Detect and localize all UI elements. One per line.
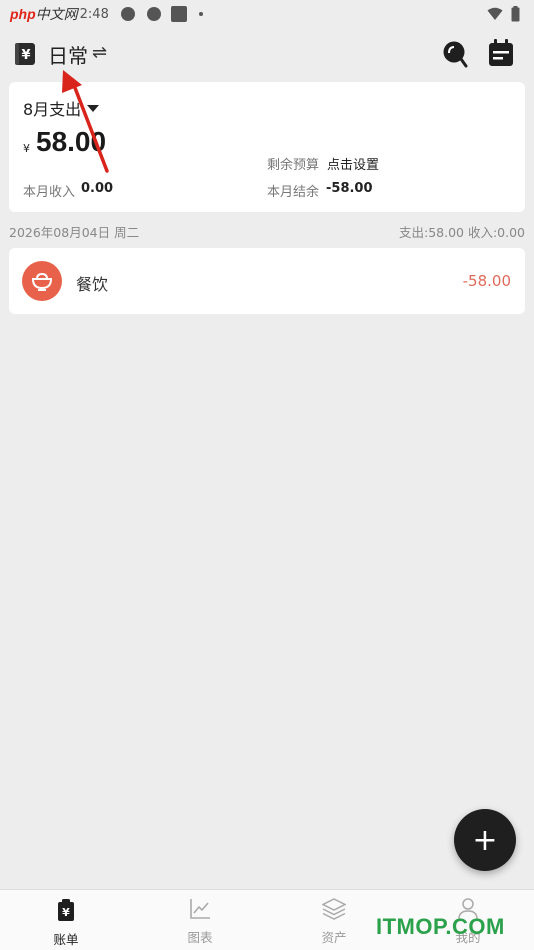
nav-label-assets: 资产 bbox=[321, 930, 347, 945]
expense-amount: 58.00 bbox=[36, 126, 107, 157]
status-bar: php中文网 2:48 bbox=[0, 0, 534, 28]
income-label: 本月收入 bbox=[23, 185, 76, 200]
calendar-icon[interactable] bbox=[488, 39, 514, 71]
layers-icon bbox=[321, 898, 347, 920]
nav-item-assets[interactable]: 资产 bbox=[294, 898, 374, 946]
set-budget-link[interactable]: 点击设置 bbox=[327, 154, 379, 173]
income-value: 0.00 bbox=[81, 181, 114, 196]
transaction-category: 餐饮 bbox=[76, 275, 109, 294]
switch-ledger-icon[interactable]: ⇌ bbox=[92, 42, 107, 63]
notification-icon bbox=[170, 6, 187, 22]
notification-icon bbox=[120, 7, 135, 21]
nav-label-charts: 图表 bbox=[187, 930, 213, 945]
monthly-summary-card: 8月支出 ¥ 58.00 剩余预算 点击设置 本月收入 0.00 本月结余 -5… bbox=[9, 82, 525, 212]
month-label: 8月支出 bbox=[23, 100, 82, 119]
balance-label: 本月结余 bbox=[267, 185, 320, 200]
balance-value: -58.00 bbox=[326, 181, 373, 196]
status-time: 2:48 bbox=[79, 6, 109, 22]
battery-icon bbox=[511, 6, 520, 22]
plus-icon: + bbox=[472, 822, 498, 858]
watermark-php-logo: php中文网 bbox=[10, 6, 78, 22]
month-selector[interactable]: 8月支出 bbox=[23, 96, 100, 120]
ledger-name[interactable]: 日常 bbox=[48, 40, 88, 69]
more-notifications-icon bbox=[198, 12, 203, 16]
svg-text:¥: ¥ bbox=[21, 48, 30, 63]
svg-text:¥: ¥ bbox=[62, 906, 70, 919]
nav-label-bills: 账单 bbox=[53, 932, 79, 947]
chart-icon bbox=[190, 899, 210, 919]
bowl-icon bbox=[22, 261, 62, 301]
notification-icon bbox=[146, 7, 161, 21]
wifi-icon bbox=[487, 7, 503, 20]
currency-symbol: ¥ bbox=[23, 142, 30, 155]
transaction-amount: -58.00 bbox=[462, 272, 511, 290]
nav-item-bills[interactable]: ¥ 账单 bbox=[26, 898, 106, 948]
add-record-button[interactable]: + bbox=[454, 809, 516, 871]
bill-icon: ¥ bbox=[58, 899, 74, 921]
day-group-header: 2026年08月04日 周二 支出:58.00 收入:0.00 bbox=[9, 222, 525, 240]
remaining-budget-label: 剩余预算 bbox=[267, 158, 320, 173]
day-summary: 支出:58.00 收入:0.00 bbox=[398, 225, 525, 240]
search-icon[interactable] bbox=[442, 40, 468, 72]
top-header: ¥ 日常 ⇌ bbox=[0, 36, 534, 72]
day-date: 2026年08月04日 周二 bbox=[9, 225, 140, 240]
nav-item-charts[interactable]: 图表 bbox=[160, 898, 240, 946]
yen-book-icon[interactable]: ¥ bbox=[14, 42, 36, 70]
transaction-row[interactable]: 餐饮 -58.00 bbox=[9, 248, 525, 314]
caret-down-icon bbox=[87, 104, 100, 112]
itmop-watermark: ITMOP.COM bbox=[376, 914, 505, 939]
